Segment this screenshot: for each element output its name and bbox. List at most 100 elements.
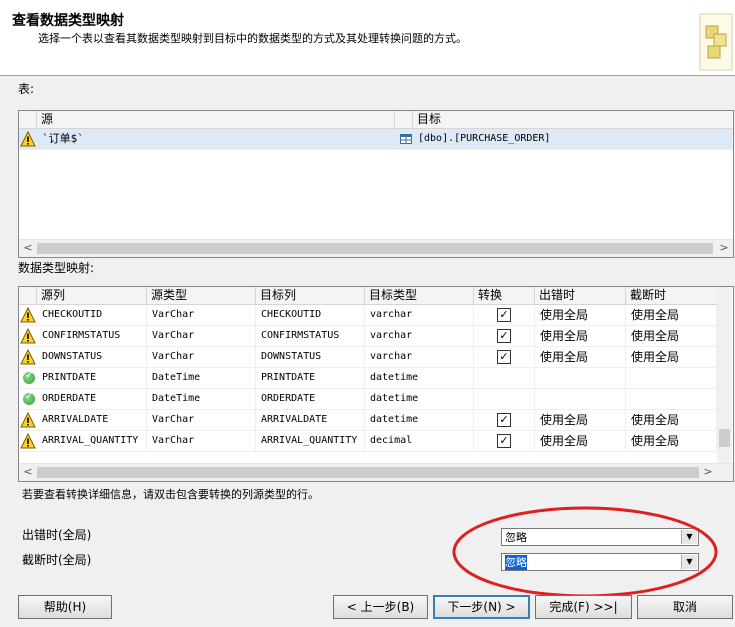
convert-checkbox[interactable]: ✓: [497, 434, 511, 448]
tables-grid-header: 源 目标: [19, 111, 733, 129]
column-header-source-type[interactable]: 源类型: [147, 287, 256, 304]
header-corner: [19, 287, 37, 304]
convert-cell: [474, 389, 535, 409]
help-button[interactable]: 帮助(H): [18, 595, 112, 619]
src-type-cell: VarChar: [147, 431, 256, 451]
table-row[interactable]: CONFIRMSTATUS VarChar CONFIRMSTATUS varchar…: [19, 326, 717, 347]
hint-text: 若要查看转换详细信息，请双击包含要转换的列源类型的行。: [22, 488, 319, 501]
column-header-source-column[interactable]: 源列: [37, 287, 147, 304]
dst-col-cell: DOWNSTATUS: [256, 347, 365, 367]
table-icon: [400, 134, 412, 144]
wizard-header: 查看数据类型映射 选择一个表以查看其数据类型映射到目标中的数据类型的方式及其处理…: [0, 0, 735, 76]
column-header-on-truncate[interactable]: 截断时: [626, 287, 717, 304]
table-row[interactable]: `订单$` [dbo].[PURCHASE_ORDER]: [19, 129, 733, 150]
on-truncate-global-label: 截断时(全局): [22, 553, 92, 567]
convert-checkbox[interactable]: ✓: [497, 308, 511, 322]
src-col-cell: ORDERDATE: [37, 389, 147, 409]
src-type-cell: VarChar: [147, 410, 256, 430]
table-row[interactable]: ARRIVALDATE VarChar ARRIVALDATE datetime ✓ 使用…: [19, 410, 717, 431]
ok-icon: [23, 391, 35, 405]
scroll-left-icon[interactable]: <: [21, 465, 35, 479]
dst-col-cell: ARRIVALDATE: [256, 410, 365, 430]
table-row[interactable]: ARRIVAL_QUANTITY VarChar ARRIVAL_QUANTITY d…: [19, 431, 717, 452]
next-button[interactable]: 下一步(N) >: [433, 595, 530, 619]
on-error-cell: [535, 389, 626, 409]
wizard-banner-icon: [699, 13, 733, 71]
dst-type-cell: varchar: [365, 347, 474, 367]
column-header-convert[interactable]: 转换: [474, 287, 535, 304]
annotation-ellipse: [452, 506, 718, 598]
on-truncate-cell[interactable]: 使用全局: [626, 347, 717, 367]
scroll-right-icon[interactable]: >: [701, 465, 715, 479]
src-col-cell: DOWNSTATUS: [37, 347, 147, 367]
convert-checkbox[interactable]: ✓: [497, 329, 511, 343]
on-truncate-cell: [626, 389, 717, 409]
src-type-cell: DateTime: [147, 389, 256, 409]
convert-cell: ✓: [474, 305, 535, 325]
dst-col-cell: ARRIVAL_QUANTITY: [256, 431, 365, 451]
on-error-global-label: 出错时(全局): [22, 528, 92, 542]
convert-cell: ✓: [474, 326, 535, 346]
scroll-thumb[interactable]: [37, 243, 713, 254]
dst-type-cell: decimal: [365, 431, 474, 451]
mapping-grid-header: 源列 源类型 目标列 目标类型 转换 出错时 截断时: [19, 287, 717, 305]
back-button[interactable]: < 上一步(B): [333, 595, 428, 619]
source-table-cell: `订单$`: [37, 129, 395, 149]
scroll-left-icon[interactable]: <: [21, 241, 35, 255]
dst-type-cell: varchar: [365, 305, 474, 325]
dst-type-cell: datetime: [365, 389, 474, 409]
convert-cell: ✓: [474, 431, 535, 451]
src-type-cell: VarChar: [147, 326, 256, 346]
scroll-right-icon[interactable]: >: [717, 241, 731, 255]
on-error-cell[interactable]: 使用全局: [535, 410, 626, 430]
warning-icon: [20, 433, 36, 449]
column-header-spacer: [395, 111, 413, 128]
scroll-thumb[interactable]: [37, 467, 699, 478]
tables-label: 表:: [18, 82, 35, 96]
on-error-cell[interactable]: 使用全局: [535, 431, 626, 451]
tables-horizontal-scrollbar[interactable]: < >: [19, 239, 733, 257]
src-col-cell: CONFIRMSTATUS: [37, 326, 147, 346]
target-table-cell: [dbo].[PURCHASE_ORDER]: [413, 129, 733, 149]
dst-col-cell: ORDERDATE: [256, 389, 365, 409]
table-row[interactable]: PRINTDATEDateTimePRINTDATEdatetime: [19, 368, 717, 389]
header-corner: [19, 111, 37, 128]
src-col-cell: PRINTDATE: [37, 368, 147, 388]
mapping-vertical-scrollbar[interactable]: [717, 287, 732, 463]
cancel-button[interactable]: 取消: [637, 595, 733, 619]
on-truncate-cell[interactable]: 使用全局: [626, 410, 717, 430]
on-error-cell[interactable]: 使用全局: [535, 326, 626, 346]
warning-icon: [20, 349, 36, 365]
finish-button[interactable]: 完成(F) >>|: [535, 595, 632, 619]
convert-cell: ✓: [474, 347, 535, 367]
dst-type-cell: datetime: [365, 368, 474, 388]
src-type-cell: DateTime: [147, 368, 256, 388]
mapping-grid: 源列 源类型 目标列 目标类型 转换 出错时 截断时 CHECKOUTID Var…: [18, 286, 734, 482]
column-header-target[interactable]: 目标: [413, 111, 733, 128]
on-error-cell: [535, 368, 626, 388]
table-row[interactable]: DOWNSTATUS VarChar DOWNSTATUS varchar ✓ 使用全局使…: [19, 347, 717, 368]
on-truncate-cell[interactable]: 使用全局: [626, 326, 717, 346]
src-type-cell: VarChar: [147, 305, 256, 325]
src-type-cell: VarChar: [147, 347, 256, 367]
vertical-scroll-thumb[interactable]: [719, 429, 730, 447]
on-truncate-cell[interactable]: 使用全局: [626, 305, 717, 325]
mapping-horizontal-scrollbar[interactable]: < >: [19, 463, 733, 481]
column-header-on-error[interactable]: 出错时: [535, 287, 626, 304]
dst-type-cell: datetime: [365, 410, 474, 430]
dst-col-cell: PRINTDATE: [256, 368, 365, 388]
column-header-target-column[interactable]: 目标列: [256, 287, 365, 304]
table-row[interactable]: ORDERDATEDateTimeORDERDATEdatetime: [19, 389, 717, 410]
src-col-cell: ARRIVALDATE: [37, 410, 147, 430]
convert-checkbox[interactable]: ✓: [497, 413, 511, 427]
column-header-target-type[interactable]: 目标类型: [365, 287, 474, 304]
convert-checkbox[interactable]: ✓: [497, 350, 511, 364]
mapping-label: 数据类型映射:: [18, 261, 95, 275]
column-header-source[interactable]: 源: [37, 111, 395, 128]
table-row[interactable]: CHECKOUTID VarChar CHECKOUTID varchar ✓ 使用全局使…: [19, 305, 717, 326]
on-error-cell[interactable]: 使用全局: [535, 305, 626, 325]
on-truncate-cell[interactable]: 使用全局: [626, 431, 717, 451]
on-error-cell[interactable]: 使用全局: [535, 347, 626, 367]
page-title: 查看数据类型映射: [12, 13, 124, 29]
warning-icon: [20, 412, 36, 428]
